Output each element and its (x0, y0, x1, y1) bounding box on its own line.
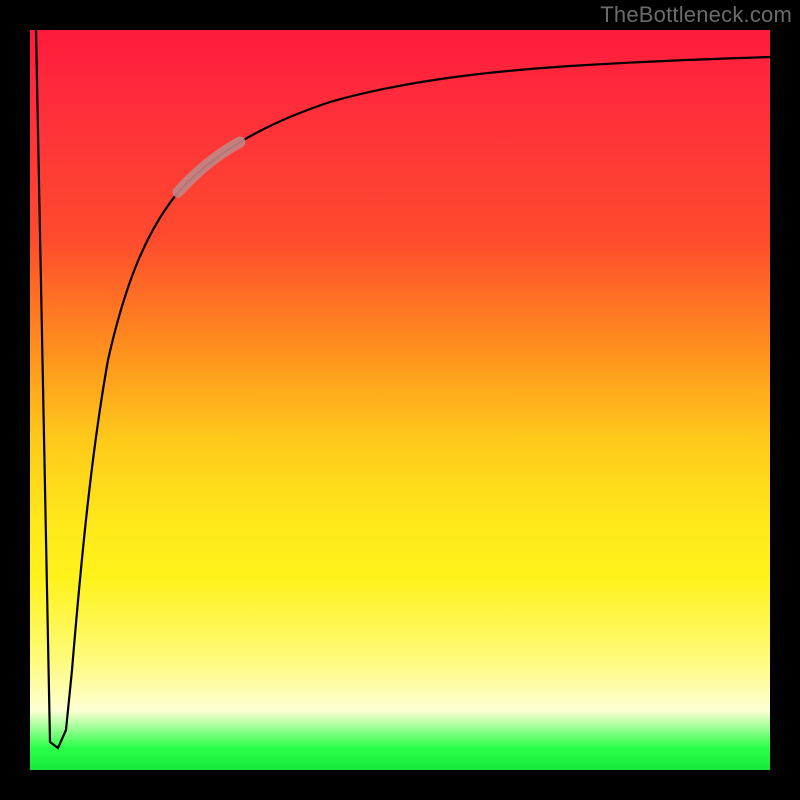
curve-overlay (30, 30, 770, 770)
watermark-text: TheBottleneck.com (600, 2, 792, 28)
highlight-segment (178, 142, 240, 192)
spike-path (36, 30, 72, 748)
plot-area (30, 30, 770, 770)
bottleneck-curve (72, 57, 770, 670)
chart-frame: TheBottleneck.com (0, 0, 800, 800)
